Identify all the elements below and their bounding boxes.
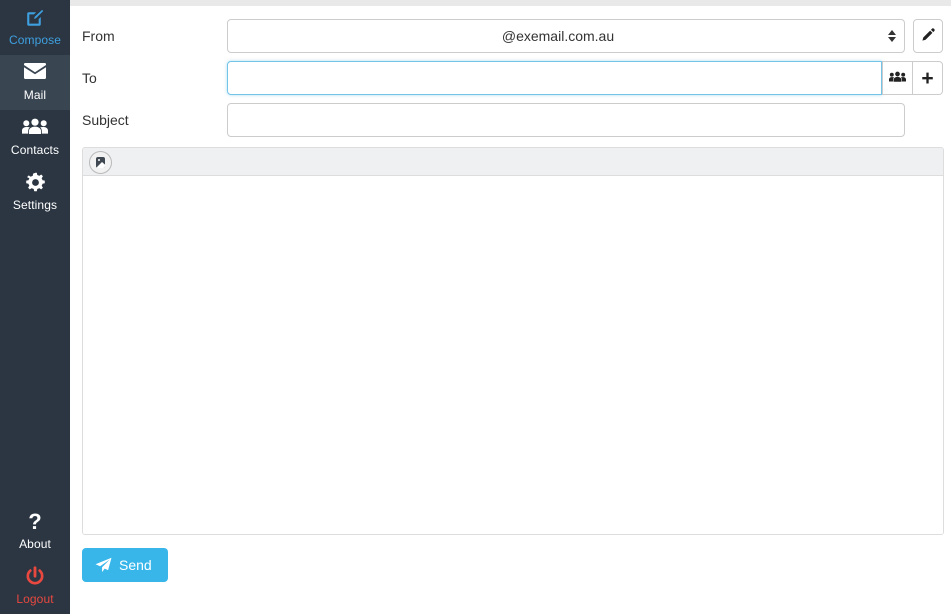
sidebar-top-group: Compose Mail Contacts Settings — [0, 0, 70, 220]
from-select-wrapper: @exemail.com.au — [227, 19, 905, 53]
pencil-icon — [921, 27, 936, 45]
compose-form: From @exemail.com.au To + Subject Send — [70, 6, 951, 614]
message-body-input[interactable] — [83, 176, 943, 534]
sidebar-item-mail[interactable]: Mail — [0, 55, 70, 110]
add-recipient-button[interactable]: + — [913, 61, 943, 95]
from-field-row: From @exemail.com.au — [82, 18, 943, 54]
users-icon — [889, 70, 906, 86]
to-field-row: To + — [82, 60, 943, 96]
to-input[interactable] — [227, 61, 882, 95]
paper-plane-icon — [95, 557, 112, 573]
subject-field-row: Subject — [82, 102, 943, 138]
open-contacts-button[interactable] — [882, 61, 913, 95]
insert-image-button[interactable] — [89, 151, 112, 174]
plus-icon: + — [921, 66, 934, 90]
send-button[interactable]: Send — [82, 548, 168, 582]
to-control-group: + — [227, 61, 943, 95]
sidebar-item-compose-label: Compose — [8, 33, 62, 47]
send-button-label: Send — [119, 557, 152, 573]
main-content-area: From @exemail.com.au To + Subject Send — [70, 0, 951, 614]
sidebar-navigation: Compose Mail Contacts Settings ? About L… — [0, 0, 70, 614]
sidebar-item-about[interactable]: ? About — [0, 504, 70, 559]
edit-identity-button[interactable] — [913, 19, 943, 53]
sidebar-item-settings-label: Settings — [12, 198, 58, 212]
subject-label: Subject — [82, 112, 129, 128]
sidebar-item-about-label: About — [19, 537, 51, 551]
subject-input[interactable] — [227, 103, 905, 137]
power-icon — [25, 566, 45, 588]
send-row: Send — [82, 548, 943, 582]
subject-control-group — [227, 103, 943, 137]
to-label: To — [82, 70, 97, 86]
webmail-compose-app: Compose Mail Contacts Settings ? About L… — [0, 0, 951, 614]
compose-pencil-square-icon — [24, 7, 46, 29]
sidebar-item-compose[interactable]: Compose — [0, 0, 70, 55]
editor-toolbar — [83, 148, 943, 176]
sidebar-item-contacts-label: Contacts — [10, 143, 60, 157]
image-icon — [96, 157, 105, 168]
from-address-select[interactable]: @exemail.com.au — [227, 19, 905, 53]
envelope-icon — [23, 62, 47, 84]
message-editor — [82, 147, 944, 535]
gear-icon — [25, 172, 46, 194]
sidebar-bottom-group: ? About Logout — [0, 504, 70, 614]
users-icon — [22, 117, 48, 139]
sidebar-item-mail-label: Mail — [23, 88, 47, 102]
sidebar-item-logout-label: Logout — [16, 592, 54, 606]
sidebar-item-contacts[interactable]: Contacts — [0, 110, 70, 165]
question-mark-icon: ? — [28, 509, 42, 534]
sidebar-item-logout[interactable]: Logout — [0, 559, 70, 614]
from-control-group: @exemail.com.au — [227, 19, 943, 53]
from-label: From — [82, 28, 115, 44]
sidebar-item-settings[interactable]: Settings — [0, 165, 70, 220]
subject-row-spacer — [913, 103, 943, 137]
